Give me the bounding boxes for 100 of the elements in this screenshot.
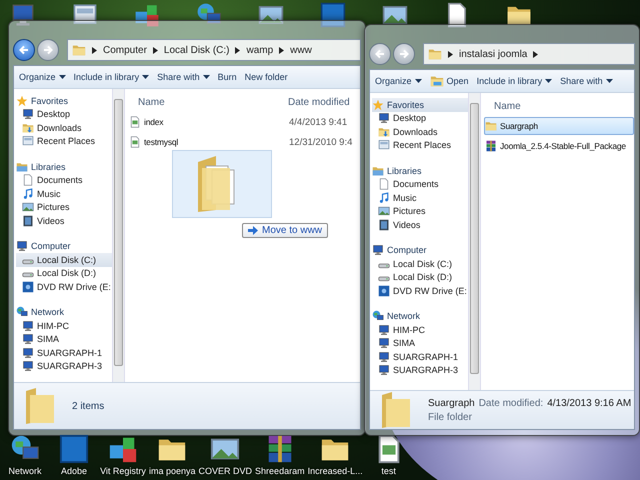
toolbar-button[interactable]: Burn bbox=[214, 70, 240, 84]
nav-section[interactable]: Computer bbox=[16, 240, 112, 253]
nav-item[interactable]: Desktop bbox=[16, 108, 112, 121]
desktop-shortcut[interactable]: Shreedaram bbox=[255, 434, 305, 476]
folder-icon bbox=[485, 120, 497, 132]
chevron-icon bbox=[279, 46, 284, 54]
tooltip-text: Move to www bbox=[262, 225, 322, 236]
nav-item[interactable]: Recent Places bbox=[372, 138, 468, 152]
nav-item[interactable]: SUARGRAPH-1 bbox=[372, 350, 468, 364]
breadcrumb[interactable]: www bbox=[290, 44, 312, 56]
column-header[interactable]: Name bbox=[484, 100, 634, 112]
nav-section[interactable]: Favorites bbox=[372, 98, 468, 112]
desktop-shortcut[interactable]: Network bbox=[2, 434, 48, 476]
arrow-icon bbox=[248, 226, 258, 235]
back-button[interactable] bbox=[369, 43, 391, 65]
nav-section[interactable]: Favorites bbox=[16, 94, 112, 108]
nav-item[interactable]: Recent Places bbox=[16, 134, 112, 148]
desktop-shortcut[interactable]: COVER DVD bbox=[198, 434, 252, 476]
computer-icon bbox=[22, 360, 34, 372]
column-header[interactable]: Name bbox=[128, 96, 288, 108]
forward-arrow-icon bbox=[43, 45, 53, 55]
breadcrumb[interactable]: Local Disk (C:) bbox=[164, 44, 230, 56]
nav-section[interactable]: Network bbox=[16, 306, 112, 319]
nav-section[interactable]: Network bbox=[372, 310, 468, 323]
nav-item[interactable]: Documents bbox=[16, 174, 112, 187]
monitor-icon bbox=[10, 2, 36, 28]
nav-item[interactable]: Videos bbox=[16, 214, 112, 228]
nav-item[interactable]: Pictures bbox=[16, 200, 112, 214]
nav-item[interactable]: SUARGRAPH-3 bbox=[372, 364, 468, 377]
toolbar-button[interactable]: Include in library bbox=[474, 74, 556, 88]
caret-icon bbox=[414, 79, 422, 83]
desktop-shortcut[interactable]: ima poenya bbox=[149, 434, 196, 476]
window-icon bbox=[22, 135, 34, 148]
forward-button[interactable] bbox=[393, 43, 415, 65]
forward-button[interactable] bbox=[37, 39, 59, 61]
nav-section[interactable]: Computer bbox=[372, 244, 468, 257]
nav-item[interactable]: Downloads bbox=[16, 121, 112, 134]
back-arrow-icon bbox=[375, 49, 385, 59]
nav-item[interactable]: Downloads bbox=[372, 125, 468, 138]
star-icon bbox=[372, 98, 384, 111]
date-value: 4/13/2013 9:16 AM bbox=[547, 398, 632, 408]
folder-icon bbox=[430, 74, 444, 88]
nav-item[interactable]: HIM-PC bbox=[372, 323, 468, 336]
nav-item[interactable]: Local Disk (C:) bbox=[16, 253, 112, 266]
breadcrumb[interactable]: Computer bbox=[103, 44, 147, 56]
breadcrumb[interactable]: instalasi joomla bbox=[459, 48, 528, 60]
folder-icon bbox=[72, 43, 86, 57]
nav-item[interactable]: Videos bbox=[372, 218, 468, 232]
nav-item[interactable]: Pictures bbox=[372, 204, 468, 218]
toolbar-button[interactable]: Organize bbox=[16, 70, 69, 84]
disc-drive-icon bbox=[378, 284, 390, 297]
file-row[interactable]: index 4/4/2013 9:41 bbox=[128, 113, 360, 131]
film-icon bbox=[22, 214, 34, 227]
scrollbar[interactable] bbox=[112, 89, 125, 382]
nav-item[interactable]: Local Disk (D:) bbox=[372, 270, 468, 284]
file-row[interactable]: testmysql 12/31/2010 9:4 bbox=[128, 133, 360, 151]
desktop-shortcut[interactable]: Adobe bbox=[51, 434, 97, 476]
desktop-shortcut[interactable]: Increased-L... bbox=[308, 434, 363, 476]
breadcrumb[interactable]: wamp bbox=[246, 44, 274, 56]
toolbar-button[interactable]: Organize bbox=[372, 74, 425, 88]
nav-item[interactable]: DVD RW Drive (E: bbox=[372, 284, 468, 298]
chevron-icon bbox=[448, 50, 453, 58]
toolbar-button[interactable]: Share with bbox=[154, 70, 213, 84]
nav-item[interactable]: SIMA bbox=[16, 332, 112, 346]
scrollbar[interactable] bbox=[468, 93, 481, 390]
caret-icon bbox=[545, 79, 552, 83]
computer-icon bbox=[378, 324, 390, 336]
address-bar[interactable]: Computer Local Disk (C:) wamp www bbox=[67, 39, 361, 61]
column-header[interactable]: Date modified bbox=[288, 96, 350, 108]
nav-section[interactable]: Libraries bbox=[372, 164, 468, 178]
back-button[interactable] bbox=[13, 39, 35, 61]
toolbar-button[interactable]: Open bbox=[426, 72, 472, 90]
star-icon bbox=[16, 94, 28, 107]
toolbar-button[interactable]: Share with bbox=[557, 74, 616, 88]
chevron-icon bbox=[152, 46, 158, 54]
file-row[interactable]: Suargraph bbox=[484, 117, 634, 135]
toolbar-button[interactable]: New folder bbox=[242, 70, 291, 84]
nav-item[interactable]: SUARGRAPH-1 bbox=[16, 346, 112, 360]
nav-item[interactable]: Music bbox=[16, 187, 112, 200]
file-row[interactable]: Joomla_2.5.4-Stable-Full_Package bbox=[484, 137, 634, 155]
toolbar-button[interactable]: Include in library bbox=[70, 70, 152, 84]
nav-item[interactable]: Desktop bbox=[372, 112, 468, 125]
address-bar[interactable]: instalasi joomla bbox=[423, 43, 635, 65]
caret-icon bbox=[606, 79, 613, 83]
nav-item[interactable]: Documents bbox=[372, 178, 468, 191]
nav-item[interactable]: Local Disk (D:) bbox=[16, 266, 112, 280]
desktop-shortcut[interactable]: Vit Registry bbox=[100, 434, 146, 476]
computer-icon bbox=[378, 337, 390, 350]
nav-item[interactable]: HIM-PC bbox=[16, 319, 112, 332]
file-icon bbox=[129, 136, 141, 148]
app-icon bbox=[59, 434, 89, 464]
nav-item[interactable]: SIMA bbox=[372, 336, 468, 350]
nav-item[interactable]: SUARGRAPH-3 bbox=[16, 360, 112, 373]
nav-item[interactable]: DVD RW Drive (E: bbox=[16, 280, 112, 294]
desktop-shortcut[interactable]: test bbox=[366, 434, 412, 476]
nav-item[interactable]: Local Disk (C:) bbox=[372, 257, 468, 270]
nav-section[interactable]: Libraries bbox=[16, 160, 112, 174]
document-icon bbox=[22, 174, 34, 186]
item-type: File folder bbox=[428, 412, 473, 422]
nav-item[interactable]: Music bbox=[372, 191, 468, 204]
